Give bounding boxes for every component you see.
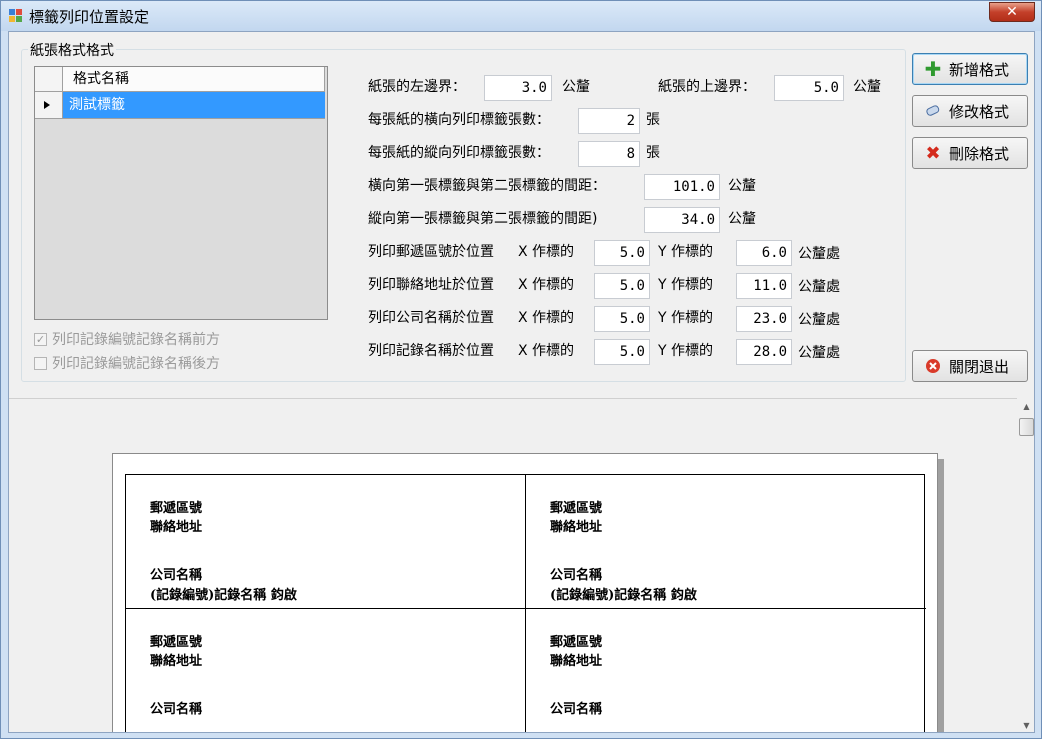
- address-x-input[interactable]: [594, 273, 650, 299]
- preview-scrollbar[interactable]: ▲ ▼: [1017, 398, 1034, 732]
- grid-column-header[interactable]: 格式名稱: [63, 67, 325, 92]
- label-cell: 郵遞區號 聯絡地址 公司名稱: [126, 609, 526, 732]
- address-position-label: 列印聯絡地址於位置: [368, 277, 494, 293]
- label-cell: 郵遞區號 聯絡地址 公司名稱 (記錄編號)記錄名稱 鈞啟: [126, 475, 526, 609]
- horizontal-count-input[interactable]: [578, 108, 640, 134]
- label-grid: 郵遞區號 聯絡地址 公司名稱 (記錄編號)記錄名稱 鈞啟 郵遞區號 聯絡地址 公…: [125, 474, 926, 732]
- close-icon: ✕: [1006, 4, 1018, 20]
- record-y-input[interactable]: [736, 339, 792, 365]
- record-x-input[interactable]: [594, 339, 650, 365]
- preview-paper: 郵遞區號 聯絡地址 公司名稱 (記錄編號)記錄名稱 鈞啟 郵遞區號 聯絡地址 公…: [112, 453, 938, 732]
- postal-y-input[interactable]: [736, 240, 792, 266]
- address-text: 聯絡地址: [150, 654, 203, 669]
- checkbox-label: 列印記錄編號記錄名稱前方: [52, 332, 220, 348]
- label-preview[interactable]: 郵遞區號 聯絡地址 公司名稱 (記錄編號)記錄名稱 鈞啟 郵遞區號 聯絡地址 公…: [9, 398, 1017, 732]
- checkbox-record-before[interactable]: ✓ 列印記錄編號記錄名稱前方: [34, 329, 220, 349]
- plus-icon: ✚: [924, 57, 942, 81]
- left-margin-label: 紙張的左邊界：: [368, 79, 466, 95]
- checkbox-label: 列印記錄編號記錄名稱後方: [52, 356, 220, 372]
- unit-label: 張: [646, 145, 660, 161]
- group-title: 紙張格式格式: [28, 40, 116, 60]
- close-circle-icon: [925, 358, 941, 374]
- y-coord-label: Y 作標的: [658, 277, 714, 293]
- button-label: 修改格式: [949, 102, 1010, 121]
- unit-label: 公釐處: [798, 246, 840, 262]
- button-label: 新增格式: [949, 60, 1010, 79]
- checkbox-unchecked-icon[interactable]: [34, 356, 47, 370]
- checkbox-checked-icon[interactable]: ✓: [34, 332, 47, 346]
- vertical-count-label: 每張紙的縱向列印標籤張數：: [368, 145, 550, 161]
- record-text: (記錄編號)記錄名稱 鈞啟: [150, 588, 297, 603]
- address-text: 聯絡地址: [550, 520, 603, 535]
- postal-x-input[interactable]: [594, 240, 650, 266]
- client-area: 紙張格式格式 格式名稱 測試標籤 ✓ 列印記錄編號記錄名稱前方 列印記錄編號記錄…: [8, 31, 1035, 733]
- x-coord-label: X 作標的: [518, 310, 575, 326]
- postal-code-text: 郵遞區號: [150, 501, 203, 516]
- address-text: 聯絡地址: [550, 654, 603, 669]
- add-format-button[interactable]: ✚ 新增格式: [912, 53, 1028, 85]
- window-title: 標籤列印位置設定: [29, 8, 150, 26]
- address-text: 聯絡地址: [150, 520, 203, 535]
- button-label: 刪除格式: [949, 144, 1010, 163]
- record-text: (記錄編號)記錄名稱 鈞啟: [550, 588, 697, 603]
- edit-format-button[interactable]: 修改格式: [912, 95, 1028, 127]
- y-coord-label: Y 作標的: [658, 310, 714, 326]
- company-position-label: 列印公司名稱於位置: [368, 310, 494, 326]
- exit-button[interactable]: 關閉退出: [912, 350, 1028, 382]
- unit-label: 公釐: [562, 79, 590, 95]
- app-window: 標籤列印位置設定 ✕ 紙張格式格式 格式名稱 測試標籤 ✓ 列印記錄編號記錄名稱…: [0, 0, 1042, 739]
- unit-label: 公釐處: [798, 279, 840, 295]
- scroll-down-icon[interactable]: ▼: [1017, 717, 1034, 732]
- company-text: 公司名稱: [550, 702, 603, 717]
- unit-label: 公釐: [728, 178, 756, 194]
- unit-label: 張: [646, 112, 660, 128]
- h-gap-label: 橫向第一張標籤與第二張標籤的間距：: [368, 178, 606, 194]
- postal-code-text: 郵遞區號: [150, 635, 203, 650]
- y-coord-label: Y 作標的: [658, 343, 714, 359]
- record-position-label: 列印記錄名稱於位置: [368, 343, 494, 359]
- app-icon: [9, 9, 23, 23]
- address-y-input[interactable]: [736, 273, 792, 299]
- unit-label: 公釐: [853, 79, 881, 95]
- postal-code-text: 郵遞區號: [550, 635, 603, 650]
- vertical-count-input[interactable]: [578, 141, 640, 167]
- company-x-input[interactable]: [594, 306, 650, 332]
- v-gap-input[interactable]: [644, 207, 720, 233]
- scroll-thumb[interactable]: [1019, 418, 1034, 436]
- y-coord-label: Y 作標的: [658, 244, 714, 260]
- unit-label: 公釐處: [798, 345, 840, 361]
- eraser-icon: [925, 103, 941, 119]
- delete-format-button[interactable]: ✖ 刪除格式: [912, 137, 1028, 169]
- company-text: 公司名稱: [150, 702, 203, 717]
- title-bar[interactable]: 標籤列印位置設定 ✕: [1, 1, 1041, 31]
- grid-row-format[interactable]: 測試標籤: [63, 92, 325, 119]
- paper-format-group: 紙張格式格式 格式名稱 測試標籤 ✓ 列印記錄編號記錄名稱前方 列印記錄編號記錄…: [21, 40, 906, 382]
- x-coord-label: X 作標的: [518, 244, 575, 260]
- h-gap-input[interactable]: [644, 174, 720, 200]
- top-margin-label: 紙張的上邊界：: [658, 79, 756, 95]
- x-coord-label: X 作標的: [518, 343, 575, 359]
- postal-position-label: 列印郵遞區號於位置: [368, 244, 494, 260]
- format-grid[interactable]: 格式名稱 測試標籤: [34, 66, 328, 320]
- scroll-up-icon[interactable]: ▲: [1017, 398, 1034, 415]
- row-selector-icon[interactable]: [35, 92, 63, 119]
- horizontal-count-label: 每張紙的橫向列印標籤張數：: [368, 112, 550, 128]
- checkbox-record-after[interactable]: 列印記錄編號記錄名稱後方: [34, 353, 220, 373]
- top-margin-input[interactable]: [774, 75, 844, 101]
- x-coord-label: X 作標的: [518, 277, 575, 293]
- label-cell: 郵遞區號 聯絡地址 公司名稱 (記錄編號)記錄名稱 鈞啟: [526, 475, 926, 609]
- company-y-input[interactable]: [736, 306, 792, 332]
- close-window-button[interactable]: ✕: [989, 2, 1035, 22]
- label-cell: 郵遞區號 聯絡地址 公司名稱: [526, 609, 926, 732]
- button-label: 關閉退出: [949, 357, 1010, 376]
- v-gap-label: 縱向第一張標籤與第二張標籤的間距): [368, 211, 598, 227]
- left-margin-input[interactable]: [484, 75, 552, 101]
- unit-label: 公釐: [728, 211, 756, 227]
- delete-x-icon: ✖: [925, 142, 941, 164]
- unit-label: 公釐處: [798, 312, 840, 328]
- postal-code-text: 郵遞區號: [550, 501, 603, 516]
- company-text: 公司名稱: [550, 568, 603, 583]
- company-text: 公司名稱: [150, 568, 203, 583]
- grid-corner[interactable]: [35, 67, 63, 92]
